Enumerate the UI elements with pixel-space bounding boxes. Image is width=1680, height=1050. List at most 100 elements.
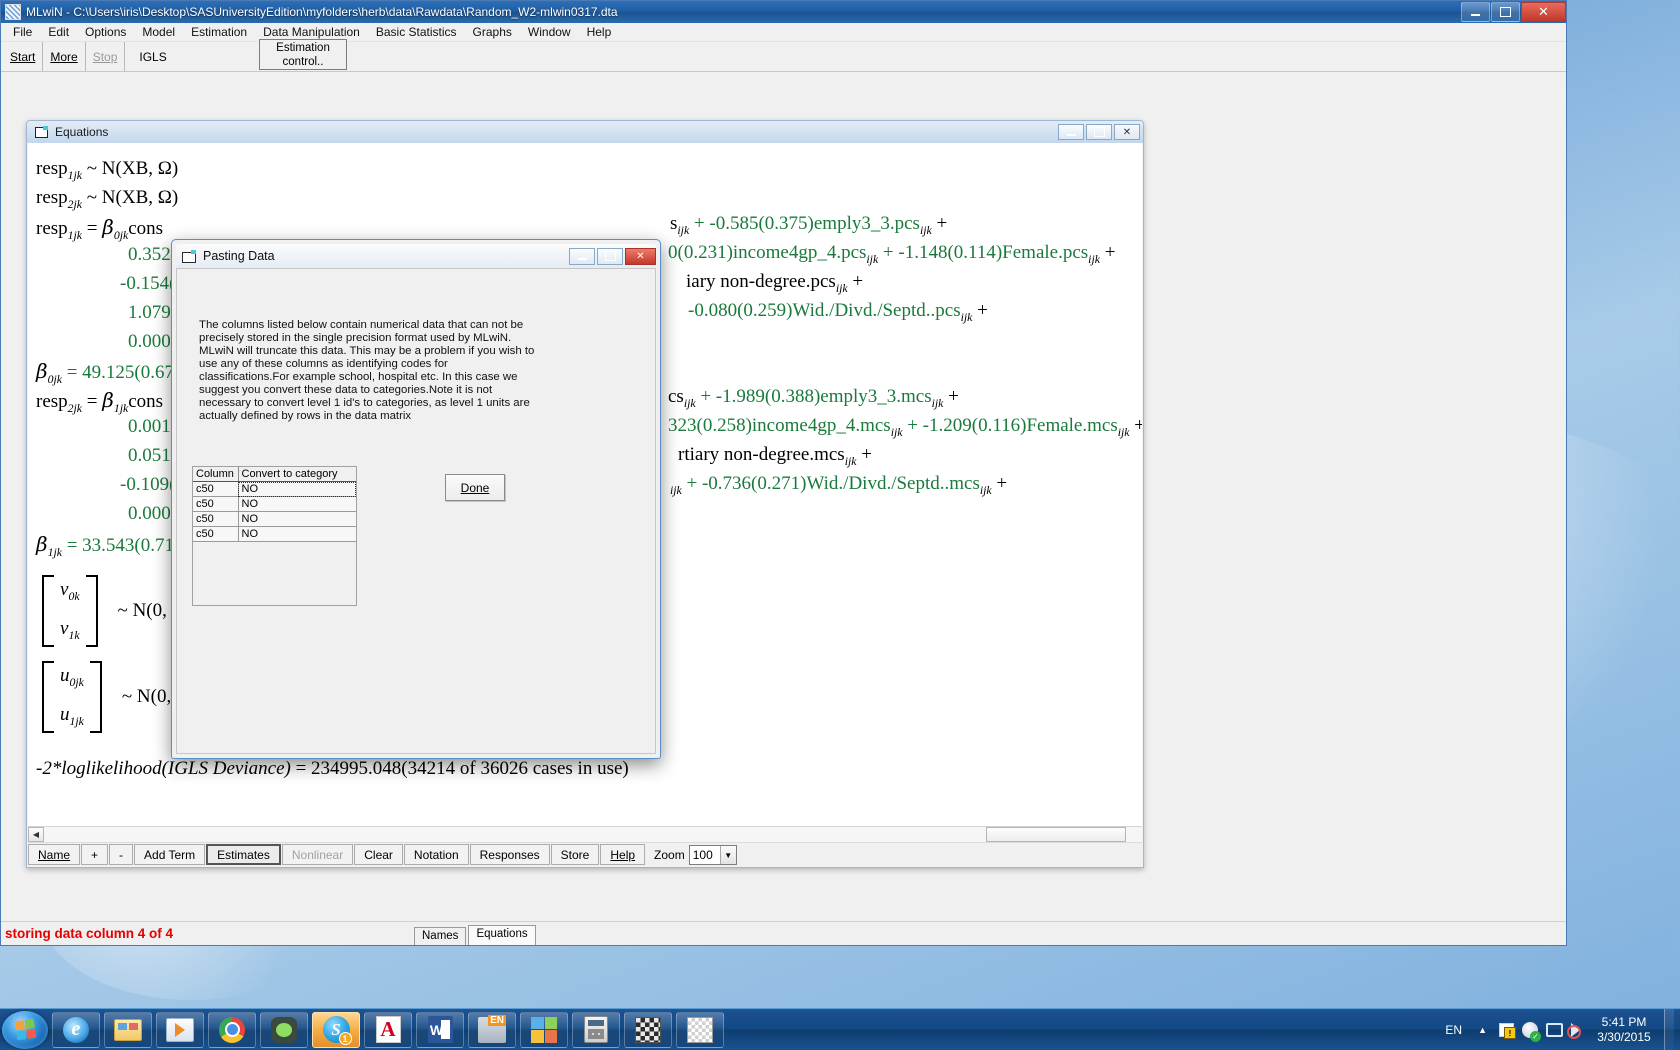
scroll-thumb[interactable] [986,827,1126,842]
menubar: File Edit Options Model Estimation Data … [1,23,1566,42]
help-button[interactable]: Help [600,844,645,865]
add-variable-button[interactable]: + [81,844,108,865]
menu-graphs[interactable]: Graphs [465,23,520,41]
taskbar-item-checker-app-2[interactable] [676,1012,724,1048]
done-button[interactable]: Done [445,474,505,501]
tab-equations[interactable]: Equations [468,925,535,945]
equations-titlebar[interactable]: Equations ✕ [27,121,1143,143]
taskbar-item-internet-explorer[interactable] [52,1012,100,1048]
taskbar-item-checker-app[interactable] [624,1012,672,1048]
taskbar-item-file-explorer[interactable] [104,1012,152,1048]
menu-help[interactable]: Help [579,23,620,41]
start-button[interactable] [2,1011,48,1049]
cell-column-name[interactable]: c50 [193,527,238,542]
pasting-close-button[interactable]: ✕ [625,248,656,265]
taskbar-item-chrome[interactable] [208,1012,256,1048]
pasting-dialog-body: The columns listed below contain numeric… [176,268,656,754]
zoom-label: Zoom [646,843,689,866]
remove-variable-button[interactable]: - [109,844,133,865]
equation-fragment-mcs-3: rtiary non-degree.mcsijk + [678,444,872,469]
volume-muted-icon[interactable] [1571,1023,1580,1037]
deviance-value: = 234995.048(34214 of 36026 cases in use… [291,758,629,779]
estimation-control-button[interactable]: Estimation control.. [259,39,347,70]
estimates-button[interactable]: Estimates [206,844,281,865]
equation-line-resp1-dist: resp1jk ~ N(XB, Ω) [36,158,178,183]
green-app-icon [271,1017,297,1043]
show-desktop-button[interactable] [1664,1009,1674,1050]
media-player-icon [166,1018,194,1042]
minimize-button[interactable] [1461,2,1490,22]
menu-estimation[interactable]: Estimation [183,23,255,41]
store-button[interactable]: Store [551,844,600,865]
pasting-maximize-button[interactable] [597,248,623,265]
pasting-dialog-message: The columns listed below contain numeric… [199,319,539,423]
start-button[interactable]: Start [3,42,43,71]
puzzle-icon [531,1017,557,1043]
mlwin-titlebar[interactable]: MLwiN - C:\Users\iris\Desktop\SASUnivers… [1,1,1566,23]
table-row[interactable]: c50 NO [193,512,356,527]
close-button[interactable]: ✕ [1521,2,1566,22]
pasting-data-dialog: Pasting Data ✕ The columns listed below … [171,239,661,759]
menu-options[interactable]: Options [77,23,134,41]
equations-horizontal-scrollbar[interactable]: ◀ [28,826,1142,842]
table-row[interactable]: c50 NO [193,497,356,512]
scroll-left-arrow-icon[interactable]: ◀ [28,827,44,842]
statusbar: storing data column 4 of 4 Names Equatio… [1,921,1566,945]
scroll-track[interactable] [44,827,1142,842]
taskbar-item-calculator[interactable] [572,1012,620,1048]
menu-model[interactable]: Model [134,23,183,41]
table-row[interactable]: c50 NO [193,482,356,497]
cell-column-name[interactable]: c50 [193,497,238,512]
notation-button[interactable]: Notation [404,844,469,865]
chevron-down-icon[interactable]: ▼ [720,846,736,864]
checker-icon [635,1017,661,1043]
maximize-button[interactable] [1491,2,1520,22]
status-message: storing data column 4 of 4 [1,926,173,941]
responses-button[interactable]: Responses [470,844,550,865]
action-center-flag-icon[interactable] [1499,1023,1514,1037]
taskbar-item-adobe-reader[interactable]: A [364,1012,412,1048]
mlwin-main-window: MLwiN - C:\Users\iris\Desktop\SASUnivers… [0,0,1567,946]
matrix-column-u: u0jk u1jk [54,654,90,740]
add-term-button[interactable]: Add Term [134,844,205,865]
equations-button-bar: Name + - Add Term Estimates Nonlinear Cl… [28,842,1142,866]
chevron-up-icon[interactable]: ▲ [1478,1025,1487,1035]
taskbar-item-green-app[interactable] [260,1012,308,1048]
cell-convert-value[interactable]: NO [238,497,356,512]
menu-basic-statistics[interactable]: Basic Statistics [368,23,465,41]
window-controls: ✕ [1460,1,1566,23]
dropbox-sync-icon[interactable] [1522,1022,1538,1038]
menu-edit[interactable]: Edit [40,23,77,41]
language-indicator[interactable]: EN [1445,1023,1462,1037]
taskbar-item-endnote[interactable] [468,1012,516,1048]
table-row[interactable]: c50 NO [193,527,356,542]
zoom-combobox[interactable]: 100 ▼ [689,845,737,865]
bracket-left [42,575,54,647]
equations-minimize-button[interactable] [1058,124,1084,140]
close-icon: ✕ [1123,127,1131,138]
cell-convert-value[interactable]: NO [238,512,356,527]
cell-convert-value[interactable]: NO [238,527,356,542]
equation-line-resp2-model: resp2jk = β1jkcons [36,388,163,416]
taskbar-item-puzzle-app[interactable] [520,1012,568,1048]
equations-close-button[interactable]: ✕ [1114,124,1140,140]
cell-column-name[interactable]: c50 [193,482,238,497]
equations-maximize-button[interactable] [1086,124,1112,140]
cell-convert-value[interactable]: NO [238,482,356,497]
taskbar-item-media-player[interactable] [156,1012,204,1048]
taskbar-item-skype[interactable]: 1 [312,1012,360,1048]
cell-column-name[interactable]: c50 [193,512,238,527]
pasting-minimize-button[interactable] [569,248,595,265]
pasting-dialog-titlebar[interactable]: Pasting Data ✕ [176,244,656,268]
name-button[interactable]: Name [28,844,80,865]
system-tray: EN ▲ 5:41 PM 3/30/2015 [1437,1009,1680,1050]
clear-button[interactable]: Clear [354,844,403,865]
more-button[interactable]: More [43,42,85,71]
taskbar-item-word[interactable] [416,1012,464,1048]
clock[interactable]: 5:41 PM 3/30/2015 [1592,1015,1656,1045]
pasting-columns-grid[interactable]: Column Convert to category c50 NO c50 [192,466,357,606]
menu-file[interactable]: File [5,23,40,41]
tab-names[interactable]: Names [414,927,466,945]
menu-window[interactable]: Window [520,23,579,41]
network-icon[interactable] [1546,1023,1563,1037]
